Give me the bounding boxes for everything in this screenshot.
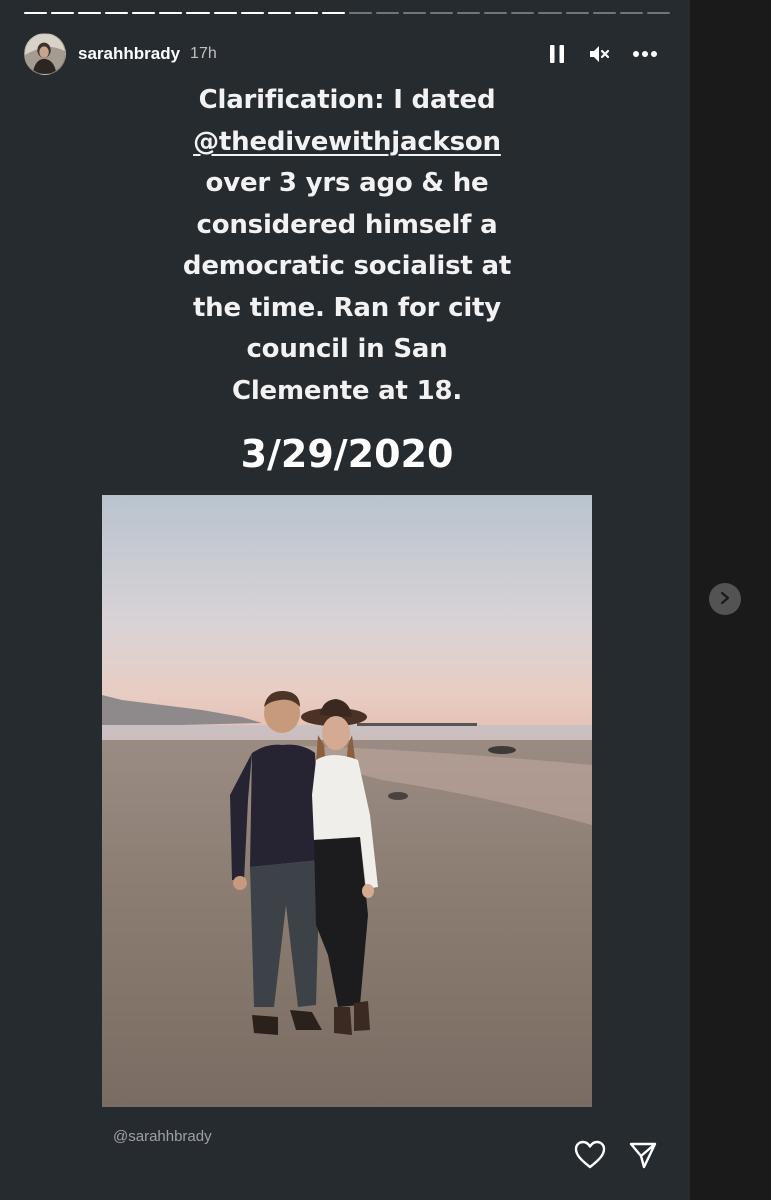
progress-segment: [105, 12, 129, 14]
progress-segment: [538, 12, 562, 14]
caption-line: considered himself a: [196, 209, 498, 240]
send-icon[interactable]: [628, 1140, 658, 1170]
speaker-muted-icon[interactable]: [588, 44, 610, 64]
progress-segment-fill: [105, 12, 129, 14]
story-text-overlay: Clarification: I dated @thedivewithjacks…: [120, 80, 574, 412]
caption-line: democratic socialist at: [182, 251, 512, 281]
progress-segment: [348, 12, 373, 14]
progress-segment: [430, 12, 454, 14]
progress-segment-fill: [321, 12, 345, 14]
progress-segment-fill: [213, 12, 237, 14]
beach-photo: [102, 495, 592, 1107]
progress-segment: [619, 12, 643, 14]
caption-line: Clarification: I dated: [198, 85, 496, 115]
photo-credit[interactable]: @sarahhbrady: [113, 1128, 212, 1145]
progress-segment: [511, 12, 535, 14]
progress-segment: [213, 12, 237, 14]
progress-segment-fill: [132, 12, 156, 14]
progress-segment-fill: [294, 12, 318, 14]
chevron-right-icon: [719, 590, 731, 609]
story-header: sarahhbrady 17h: [24, 32, 670, 76]
progress-segment-fill: [159, 12, 183, 14]
username[interactable]: sarahhbrady: [78, 44, 180, 64]
progress-segment: [159, 12, 183, 14]
story-progress-bar: [24, 12, 670, 16]
timestamp: 17h: [190, 45, 217, 62]
progress-segment: [403, 12, 427, 14]
progress-segment: [484, 12, 508, 14]
avatar[interactable]: [24, 33, 66, 75]
story-date: 3/29/2020: [240, 432, 454, 476]
progress-segment-fill: [267, 12, 291, 14]
progress-segment: [24, 12, 48, 14]
progress-segment-fill: [24, 12, 48, 14]
more-options-icon[interactable]: [632, 50, 658, 58]
progress-segment: [592, 12, 616, 14]
progress-segment-fill: [186, 12, 210, 14]
caption-line: the time. Ran for city: [192, 292, 502, 323]
pause-icon[interactable]: [548, 44, 566, 64]
progress-segment: [321, 12, 345, 14]
progress-segment: [51, 12, 75, 14]
progress-segment: [267, 12, 291, 14]
story-actions: [574, 1140, 658, 1170]
caption-line: council in San: [246, 334, 448, 364]
progress-segment: [646, 12, 670, 14]
progress-segment-fill: [51, 12, 75, 14]
progress-segment: [78, 12, 102, 14]
heart-icon[interactable]: [574, 1140, 606, 1170]
progress-segment: [457, 12, 481, 14]
progress-segment: [294, 12, 318, 14]
progress-segment: [132, 12, 156, 14]
story-viewer[interactable]: sarahhbrady 17h Clarification: I dated @…: [0, 0, 690, 1200]
progress-segment: [186, 12, 210, 14]
caption-line: Clemente at 18.: [231, 375, 463, 406]
progress-segment: [565, 12, 589, 14]
next-story-button[interactable]: [709, 583, 741, 615]
progress-segment: [240, 12, 264, 14]
progress-segment: [376, 12, 400, 14]
caption-line: over 3 yrs ago & he: [205, 168, 489, 198]
progress-segment-fill: [240, 12, 264, 14]
progress-segment-fill: [78, 12, 102, 14]
mention-link[interactable]: @thedivewithjackson: [120, 122, 574, 164]
